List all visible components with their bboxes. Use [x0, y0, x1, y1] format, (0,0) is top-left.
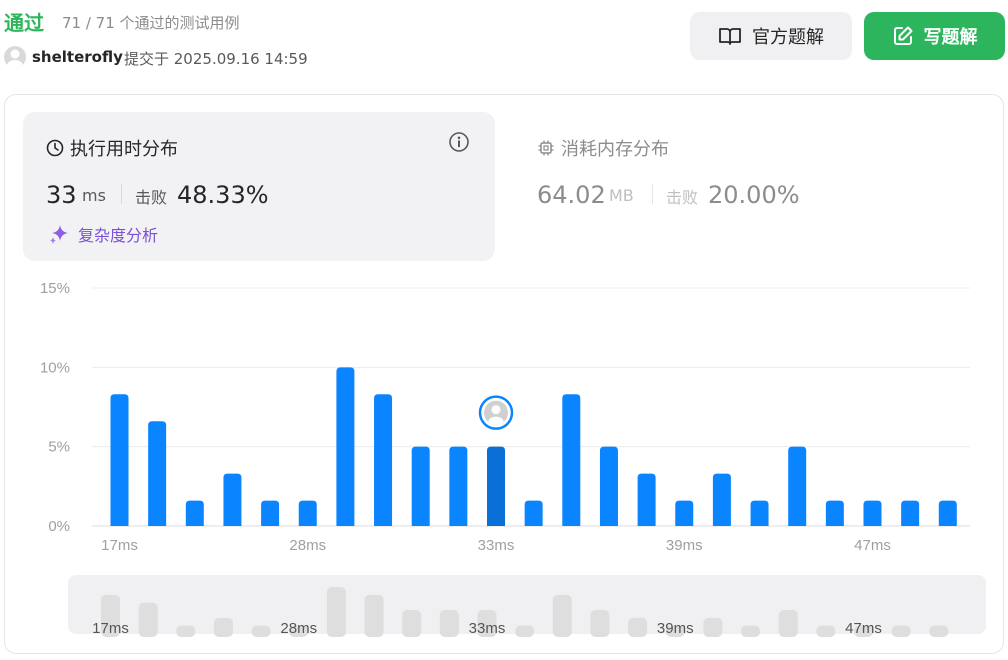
x-tick-label: 17ms [101, 537, 138, 554]
chart-bar [938, 500, 957, 526]
chart-bar [110, 394, 129, 526]
chart-bar [562, 394, 581, 526]
chart-bar [637, 473, 656, 526]
chart-range-slider[interactable] [68, 575, 986, 634]
chart-bar [374, 394, 393, 526]
chart-bar [599, 446, 618, 526]
x-tick-label: 33ms [478, 537, 515, 554]
chart-bar [261, 500, 280, 526]
chart-bar [223, 473, 242, 526]
chart-bar [487, 446, 505, 526]
x-tick-label: 39ms [666, 537, 703, 554]
x-tick-label: 28ms [289, 537, 326, 554]
marker-avatar-head [491, 405, 501, 415]
chart-bar [411, 446, 430, 526]
y-tick-label: 5% [48, 439, 70, 456]
chart-bar [750, 500, 769, 526]
chart-bar [788, 446, 807, 526]
chart-bar [524, 500, 543, 526]
chart-bar [449, 446, 468, 526]
chart-bar [298, 500, 317, 526]
y-tick-label: 0% [48, 518, 70, 535]
chart-bar [712, 473, 731, 526]
marker-avatar-body [488, 416, 504, 427]
runtime-distribution-chart[interactable]: 0% 5% 10% 15% 17ms 28ms 33ms 39ms 47ms [0, 0, 1008, 660]
user-position-marker [478, 395, 514, 430]
chart-bar [675, 500, 694, 526]
chart-bar [901, 500, 920, 526]
chart-bar [185, 500, 204, 526]
chart-bar [863, 500, 882, 526]
chart-bar [336, 367, 355, 526]
y-tick-label: 10% [40, 359, 70, 376]
x-tick-label: 47ms [854, 537, 891, 554]
y-tick-label: 15% [40, 280, 70, 297]
chart-bar [148, 421, 167, 526]
chart-bar [825, 500, 844, 526]
